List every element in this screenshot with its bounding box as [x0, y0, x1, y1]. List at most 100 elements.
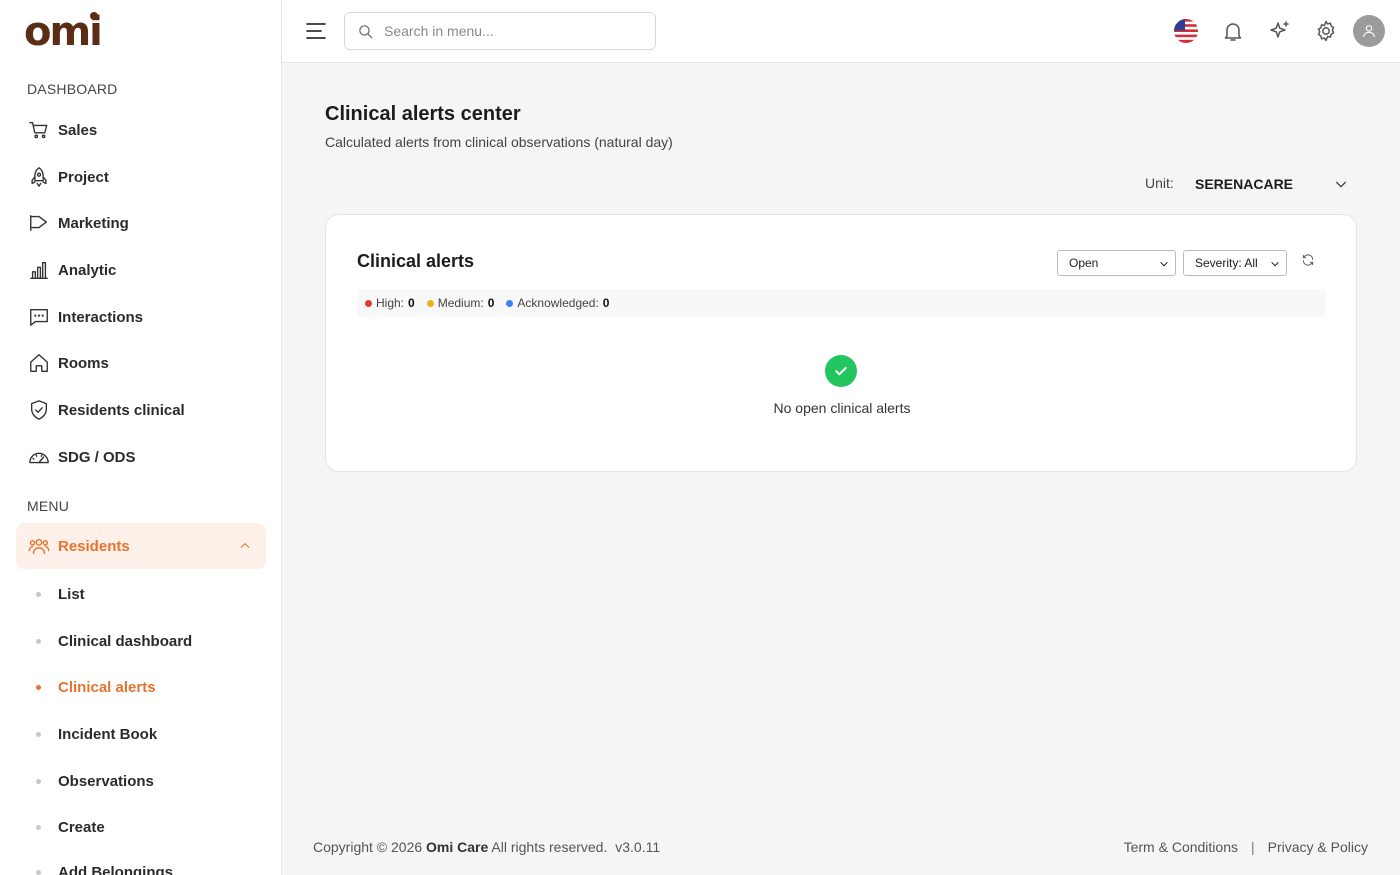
bullet-icon: [36, 591, 41, 597]
refresh-icon[interactable]: [1301, 253, 1319, 271]
rocket-icon: [28, 166, 50, 188]
check-circle-icon: [825, 355, 857, 387]
us-flag-icon[interactable]: [1174, 19, 1198, 43]
sidebar-item-marketing[interactable]: Marketing: [16, 200, 266, 246]
search-input[interactable]: [384, 23, 644, 39]
stat-high: High: 0: [365, 296, 415, 310]
sidebar-item-label: Analytic: [58, 261, 117, 279]
sidebar-subitem-label: Create: [58, 818, 105, 836]
acknowledged-dot-icon: [506, 299, 514, 307]
sidebar-subitem-create[interactable]: Create: [36, 812, 105, 842]
sidebar-subitem-observations[interactable]: Observations: [36, 766, 154, 796]
logo-dot: [90, 12, 98, 20]
footer-separator: |: [1251, 839, 1255, 855]
page-subtitle: Calculated alerts from clinical observat…: [325, 134, 673, 150]
sidebar-item-label: Residents: [58, 537, 130, 555]
sidebar-subitem-label: Add Belongings: [58, 863, 173, 875]
bullet-icon: [36, 684, 41, 690]
bell-icon[interactable]: [1220, 18, 1246, 44]
gauge-icon: [28, 446, 50, 468]
dashboard-section-title: DASHBOARD: [27, 81, 118, 97]
sidebar-item-sales[interactable]: Sales: [16, 107, 266, 153]
unit-label: Unit:: [1145, 175, 1174, 191]
sidebar-subitem-label: Clinical dashboard: [58, 632, 193, 650]
sidebar-item-residents[interactable]: Residents: [16, 523, 266, 569]
sidebar-subitem-label: Observations: [58, 772, 154, 790]
page-title: Clinical alerts center: [325, 103, 521, 125]
stat-value: 0: [487, 296, 495, 310]
stat-value: 0: [408, 296, 415, 310]
bullet-icon: [36, 731, 41, 737]
users-icon: [28, 535, 50, 557]
sidebar-item-residents-clinical[interactable]: Residents clinical: [16, 387, 266, 433]
alert-stats-bar: High: 0 Medium: 0 Acknowledged: 0: [357, 289, 1326, 317]
sidebar-item-label: Sales: [58, 121, 98, 139]
gear-icon[interactable]: [1313, 18, 1339, 44]
stat-label: Acknowledged:: [517, 296, 599, 310]
menu-section-title: MENU: [27, 498, 70, 514]
company-name: Omi Care: [426, 839, 489, 855]
chevron-up-icon[interactable]: [238, 539, 252, 553]
stat-medium: Medium: 0: [426, 296, 495, 310]
version-text: v3.0.11: [615, 839, 661, 855]
copyright-prefix: Copyright © 2026: [313, 839, 423, 855]
chevron-down-icon: [1270, 258, 1280, 272]
severity-filter-value: Severity: All: [1195, 256, 1258, 270]
sidebar-subitem-add-belongings[interactable]: Add Belongings: [36, 857, 173, 875]
home-icon: [28, 352, 50, 374]
sidebar-item-label: Project: [58, 168, 109, 186]
status-filter-value: Open: [1069, 256, 1099, 270]
avatar-icon: [1363, 25, 1375, 38]
bullet-icon: [36, 638, 41, 644]
logo-text: omi: [24, 9, 103, 55]
terms-link[interactable]: Term & Conditions: [1124, 839, 1238, 855]
chevron-down-icon: [1333, 176, 1349, 197]
bullet-icon: [36, 778, 41, 784]
footer-copyright: Copyright © 2026 Omi Care All rights res…: [313, 839, 660, 855]
sidebar-item-analytic[interactable]: Analytic: [16, 247, 266, 293]
sidebar-subitem-label: List: [58, 585, 85, 603]
sidebar-item-label: Residents clinical: [58, 401, 185, 419]
stat-value: 0: [602, 296, 610, 310]
stat-acknowledged: Acknowledged: 0: [506, 296, 609, 310]
sidebar-subitem-list[interactable]: List: [36, 579, 85, 609]
privacy-link[interactable]: Privacy & Policy: [1268, 839, 1368, 855]
bullet-icon: [36, 824, 41, 830]
card-title: Clinical alerts: [357, 251, 475, 271]
shield-check-icon: [28, 399, 50, 421]
medium-dot-icon: [426, 299, 434, 307]
cart-icon: [28, 119, 50, 141]
search-icon: [359, 24, 373, 38]
sidebar: omi DASHBOARD Sales Project Marketing An…: [0, 0, 282, 875]
empty-state-message: No open clinical alerts: [773, 400, 911, 416]
megaphone-icon: [28, 212, 50, 234]
chevron-down-icon: [1159, 258, 1169, 272]
sidebar-item-sdg-ods[interactable]: SDG / ODS: [16, 434, 266, 480]
menu-icon[interactable]: [304, 20, 328, 42]
unit-value: SERENACARE: [1195, 176, 1294, 192]
sidebar-subitem-incident-book[interactable]: Incident Book: [36, 719, 157, 749]
sidebar-subitem-label: Incident Book: [58, 725, 158, 743]
sidebar-item-label: Marketing: [58, 214, 129, 232]
sidebar-item-project[interactable]: Project: [16, 154, 266, 200]
sidebar-item-rooms[interactable]: Rooms: [16, 340, 266, 386]
severity-filter-select[interactable]: Severity: All: [1183, 250, 1287, 276]
sidebar-subitem-clinical-dashboard[interactable]: Clinical dashboard: [36, 626, 192, 656]
sidebar-subitem-label: Clinical alerts: [58, 678, 156, 696]
high-dot-icon: [365, 299, 372, 307]
bullet-icon: [36, 869, 41, 875]
avatar[interactable]: [1353, 15, 1385, 47]
sidebar-item-label: SDG / ODS: [58, 448, 136, 466]
omi-logo[interactable]: omi: [24, 9, 103, 55]
sparkle-icon[interactable]: [1267, 18, 1293, 44]
unit-select[interactable]: SERENACARE: [1195, 172, 1355, 196]
sidebar-item-label: Interactions: [58, 308, 144, 326]
sidebar-item-label: Rooms: [58, 354, 109, 372]
sidebar-subitem-clinical-alerts[interactable]: Clinical alerts: [36, 672, 156, 702]
sidebar-item-interactions[interactable]: Interactions: [16, 294, 266, 340]
search-box[interactable]: [344, 12, 656, 50]
clinical-alerts-card: Clinical alerts Open Severity: All High:…: [325, 214, 1357, 472]
footer-links: Term & Conditions | Privacy & Policy: [1124, 839, 1368, 855]
chat-icon: [28, 306, 50, 328]
status-filter-select[interactable]: Open: [1057, 250, 1176, 276]
